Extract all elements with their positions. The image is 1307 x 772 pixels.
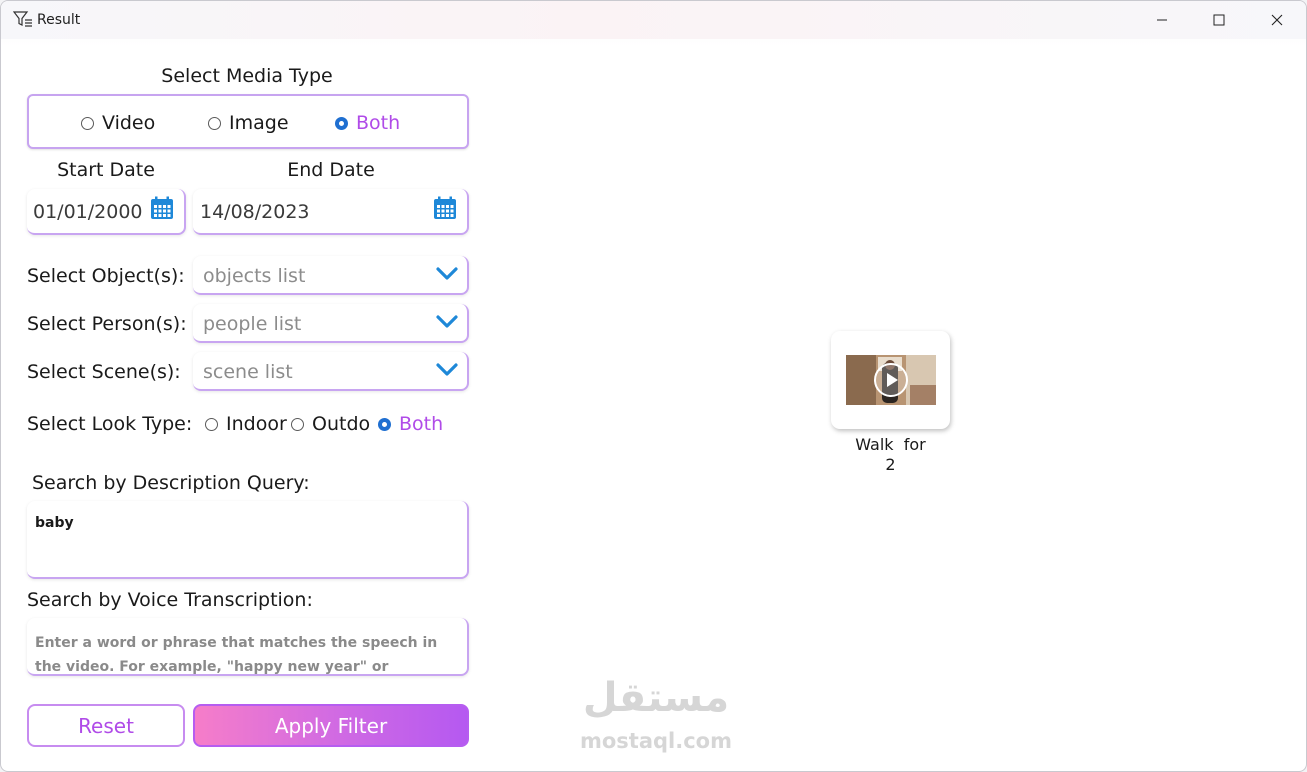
title-bar[interactable]: Result: [1, 1, 1306, 39]
radio-video[interactable]: [81, 116, 94, 130]
scenes-dropdown[interactable]: scene list: [193, 352, 469, 391]
look-both-option[interactable]: Both: [378, 413, 444, 435]
watermark-arabic: مستقل: [582, 675, 730, 721]
start-date-value: 01/01/2000: [33, 201, 143, 223]
look-both-label: Both: [399, 413, 444, 435]
watermark-logo: مستقل mostaql.com: [576, 675, 736, 756]
end-date-label: End Date: [287, 159, 375, 181]
result-caption: Walk for 2: [831, 435, 950, 475]
scenes-placeholder: scene list: [203, 361, 293, 383]
look-outdoor-option[interactable]: Outdoor: [291, 413, 371, 435]
objects-dropdown[interactable]: objects list: [193, 256, 469, 295]
result-card[interactable]: [831, 331, 950, 429]
scenes-label: Select Scene(s):: [27, 361, 181, 383]
app-window: Result Select Media Type Video Image Bot…: [0, 0, 1307, 772]
description-textarea[interactable]: baby: [27, 501, 469, 579]
media-video-option[interactable]: Video: [81, 112, 155, 134]
result-caption-line2: 2: [885, 455, 896, 474]
start-date-label: Start Date: [57, 159, 155, 181]
description-value: baby: [35, 515, 74, 531]
radio-both[interactable]: [335, 116, 348, 130]
minimize-button[interactable]: [1139, 5, 1185, 35]
reset-button[interactable]: Reset: [27, 704, 185, 747]
play-icon: [874, 363, 908, 397]
look-outdoor-label: Outdoor: [312, 413, 371, 435]
media-type-group: Video Image Both: [27, 94, 469, 149]
objects-placeholder: objects list: [203, 265, 306, 287]
chevron-down-icon: [436, 315, 458, 328]
media-video-label: Video: [102, 112, 156, 134]
media-both-option[interactable]: Both: [335, 112, 400, 134]
calendar-icon[interactable]: [433, 196, 457, 220]
maximize-icon: [1213, 14, 1225, 26]
chevron-down-icon: [436, 267, 458, 280]
radio-indoor[interactable]: [205, 417, 218, 431]
media-both-label: Both: [356, 112, 401, 134]
media-image-label: Image: [229, 112, 289, 134]
window-title: Result: [37, 12, 81, 28]
chevron-down-icon: [436, 363, 458, 376]
filter-icon: [13, 11, 32, 27]
persons-placeholder: people list: [203, 313, 302, 335]
result-caption-line1: Walk for: [855, 435, 926, 454]
voice-placeholder: Enter a word or phrase that matches the …: [35, 635, 438, 675]
apply-filter-button[interactable]: Apply Filter: [193, 704, 469, 747]
radio-image[interactable]: [208, 116, 221, 130]
end-date-field[interactable]: 14/08/2023: [193, 189, 469, 235]
persons-label: Select Person(s):: [27, 313, 187, 335]
media-image-option[interactable]: Image: [208, 112, 289, 134]
description-label: Search by Description Query:: [32, 472, 310, 494]
objects-label: Select Object(s):: [27, 265, 185, 287]
persons-dropdown[interactable]: people list: [193, 304, 469, 343]
look-indoor-option[interactable]: Indoor: [205, 413, 287, 435]
end-date-value: 14/08/2023: [200, 201, 310, 223]
look-type-label: Select Look Type:: [27, 413, 193, 435]
radio-look-both[interactable]: [378, 417, 391, 431]
radio-outdoor[interactable]: [291, 417, 304, 431]
maximize-button[interactable]: [1196, 5, 1242, 35]
watermark-latin: mostaql.com: [580, 729, 732, 753]
video-thumbnail[interactable]: [846, 355, 936, 405]
voice-label: Search by Voice Transcription:: [27, 589, 313, 611]
media-type-heading: Select Media Type: [161, 65, 333, 87]
close-button[interactable]: [1254, 5, 1300, 35]
look-indoor-label: Indoor: [226, 413, 287, 435]
calendar-icon[interactable]: [150, 196, 174, 220]
start-date-field[interactable]: 01/01/2000: [27, 189, 186, 235]
voice-textarea[interactable]: Enter a word or phrase that matches the …: [27, 618, 469, 676]
close-icon: [1271, 14, 1283, 26]
minimize-icon: [1157, 19, 1167, 21]
look-type-group: Indoor Outdoor Both: [193, 399, 469, 448]
